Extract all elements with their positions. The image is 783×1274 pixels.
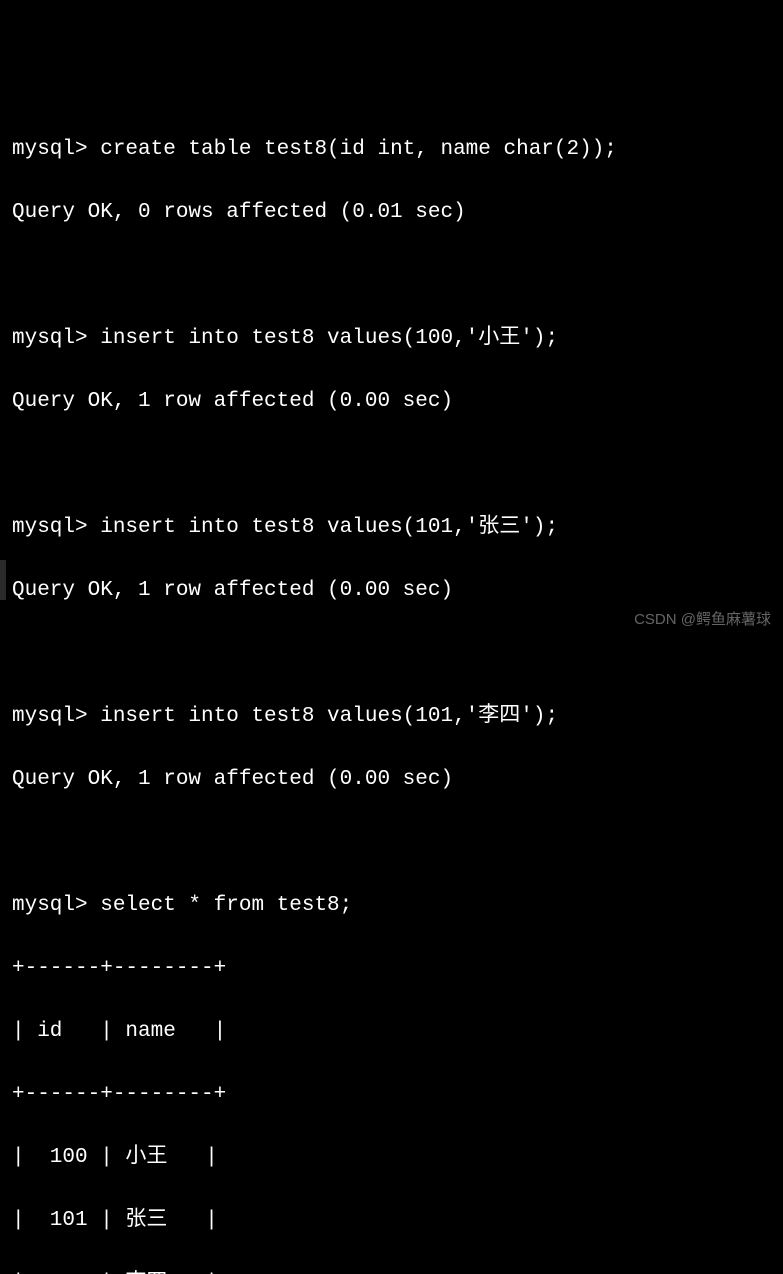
table-header: | id | name | bbox=[12, 1016, 771, 1048]
scrollbar-indicator bbox=[0, 560, 6, 600]
table-row: | 101 | 张三 | bbox=[12, 1205, 771, 1237]
sql-command: select * from test8; bbox=[100, 894, 352, 917]
sql-command: create table test8(id int, name char(2))… bbox=[100, 138, 617, 161]
table-border: +------+--------+ bbox=[12, 953, 771, 985]
sql-command: insert into test8 values(101,'李四'); bbox=[100, 705, 558, 728]
sql-command: insert into test8 values(100,'小王'); bbox=[100, 327, 558, 350]
query-result: Query OK, 1 row affected (0.00 sec) bbox=[12, 575, 771, 607]
terminal-line: mysql> create table test8(id int, name c… bbox=[12, 134, 771, 166]
query-result: Query OK, 0 rows affected (0.01 sec) bbox=[12, 197, 771, 229]
terminal-line: mysql> insert into test8 values(101,'张三'… bbox=[12, 512, 771, 544]
mysql-prompt: mysql> bbox=[12, 138, 100, 161]
blank-line bbox=[12, 260, 771, 292]
sql-command: insert into test8 values(101,'张三'); bbox=[100, 516, 558, 539]
query-result: Query OK, 1 row affected (0.00 sec) bbox=[12, 386, 771, 418]
table-row: | 101 | 李四 | bbox=[12, 1268, 771, 1274]
table-row: | 100 | 小王 | bbox=[12, 1142, 771, 1174]
mysql-prompt: mysql> bbox=[12, 516, 100, 539]
blank-line bbox=[12, 638, 771, 670]
terminal-line: mysql> insert into test8 values(100,'小王'… bbox=[12, 323, 771, 355]
table-border: +------+--------+ bbox=[12, 1079, 771, 1111]
mysql-prompt: mysql> bbox=[12, 327, 100, 350]
mysql-prompt: mysql> bbox=[12, 894, 100, 917]
query-result: Query OK, 1 row affected (0.00 sec) bbox=[12, 764, 771, 796]
mysql-prompt: mysql> bbox=[12, 705, 100, 728]
terminal-line: mysql> select * from test8; bbox=[12, 890, 771, 922]
watermark-text: CSDN @鳄鱼麻薯球 bbox=[634, 609, 771, 632]
blank-line bbox=[12, 827, 771, 859]
blank-line bbox=[12, 449, 771, 481]
terminal-line: mysql> insert into test8 values(101,'李四'… bbox=[12, 701, 771, 733]
